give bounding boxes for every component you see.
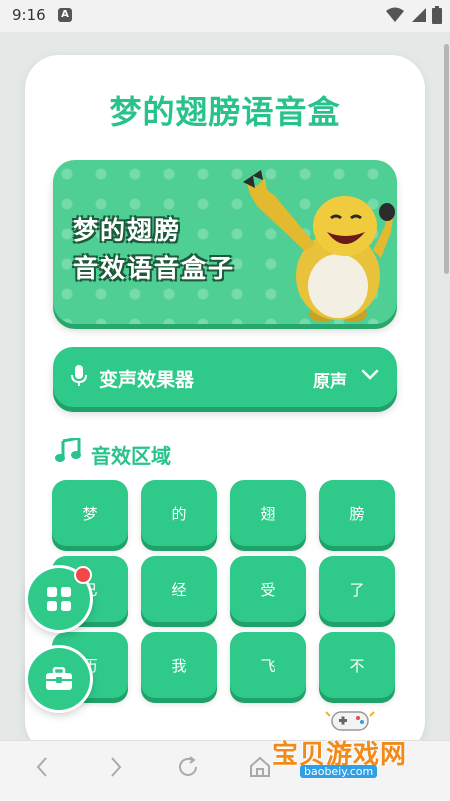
sound-button[interactable]: 飞 (230, 632, 306, 698)
signal-icon (412, 8, 426, 22)
sound-button[interactable]: 我 (141, 632, 217, 698)
sound-button[interactable]: 的 (141, 480, 217, 546)
chevron-down-icon (361, 369, 379, 380)
apps-fab-button[interactable] (28, 566, 92, 630)
toolbox-icon (46, 667, 72, 690)
banner[interactable]: 梦的翅膀 音效语音盒子 (53, 160, 397, 324)
scrollbar-thumb[interactable] (444, 44, 449, 274)
refresh-icon[interactable] (176, 755, 200, 779)
status-bar: 9:16 A (0, 0, 450, 32)
section-title: 音效区域 (91, 444, 171, 468)
sound-button[interactable]: 了 (319, 556, 395, 622)
mascot-image (243, 170, 395, 322)
status-icons (386, 6, 442, 24)
sound-button[interactable]: 受 (230, 556, 306, 622)
sound-button[interactable]: 翅 (230, 480, 306, 546)
app-title: 梦的翅膀语音盒 (109, 93, 341, 131)
sound-button[interactable]: 膀 (319, 480, 395, 546)
notification-badge (74, 566, 92, 584)
banner-line-2: 音效语音盒子 (73, 254, 236, 283)
home-icon[interactable] (248, 755, 272, 779)
sound-button[interactable]: 梦 (52, 480, 128, 546)
grid-icon (47, 587, 71, 611)
main-card: 梦的翅膀语音盒 梦的翅膀 音效语音盒子 变声效果器 原声 音效区域 梦 的 翅 … (25, 55, 425, 755)
back-icon[interactable] (34, 755, 50, 779)
watermark-url: baobeiy.com (300, 765, 378, 778)
wifi-icon (386, 7, 404, 22)
watermark-logo: 宝贝游戏网 baobeiy.com (272, 706, 422, 778)
voice-changer-value: 原声 (313, 372, 347, 392)
sound-button[interactable]: 不 (319, 632, 395, 698)
scrollbar[interactable] (442, 32, 450, 740)
banner-line-1: 梦的翅膀 (73, 216, 182, 245)
microphone-icon (71, 365, 87, 386)
voice-changer-dropdown[interactable]: 变声效果器 原声 (53, 347, 397, 407)
sound-button-grid: 梦 的 翅 膀 已 经 受 了 历 我 飞 不 (52, 480, 398, 698)
toolbox-fab-button[interactable] (28, 648, 90, 710)
music-note-icon (55, 438, 81, 462)
notification-icon: A (58, 8, 72, 22)
banner-text: 梦的翅膀 音效语音盒子 (73, 212, 235, 288)
battery-icon (432, 6, 442, 24)
voice-changer-label: 变声效果器 (99, 369, 195, 391)
forward-icon[interactable] (108, 755, 124, 779)
gamepad-icon (325, 711, 375, 731)
sound-button[interactable]: 经 (141, 556, 217, 622)
status-time: 9:16 (12, 6, 46, 24)
